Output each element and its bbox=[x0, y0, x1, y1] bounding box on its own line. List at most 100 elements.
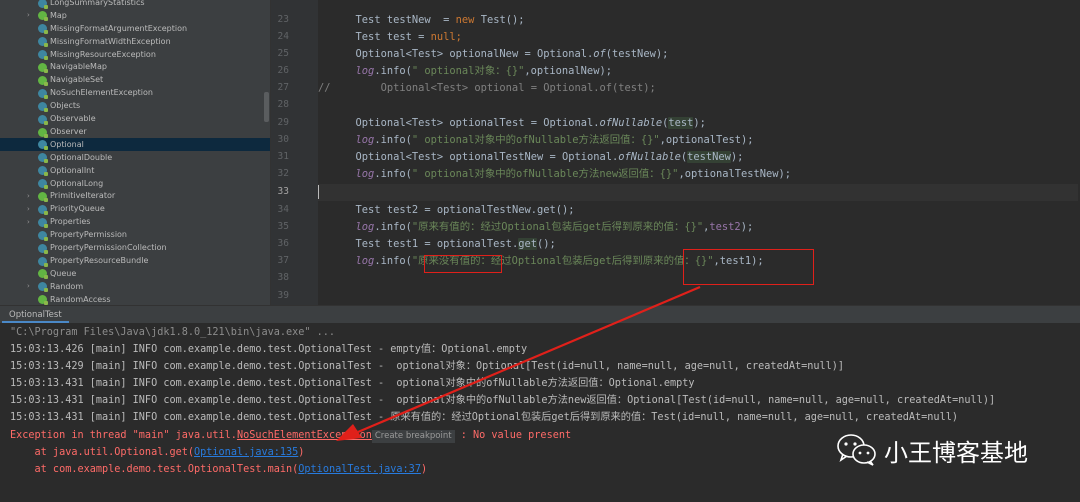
expand-arrow-icon[interactable]: › bbox=[27, 192, 35, 200]
tree-item[interactable]: NavigableMap bbox=[0, 61, 270, 74]
line-number: 39 bbox=[277, 290, 289, 301]
tree-item[interactable]: Observer bbox=[0, 125, 270, 138]
tree-item-label: NavigableSet bbox=[50, 75, 104, 85]
interface-icon bbox=[38, 75, 48, 86]
tree-item-label: PropertyResourceBundle bbox=[50, 255, 149, 265]
line-number: 33 bbox=[277, 186, 289, 197]
tree-item-label: Observable bbox=[50, 114, 96, 124]
line-number: 27 bbox=[277, 82, 289, 93]
tree-item[interactable]: OptionalInt bbox=[0, 164, 270, 177]
tree-item[interactable]: › Properties bbox=[0, 215, 270, 228]
line-number: 35 bbox=[277, 221, 289, 232]
line-number: 26 bbox=[277, 65, 289, 76]
tree-item-label: Queue bbox=[50, 268, 77, 278]
tree-item[interactable]: LongSummaryStatistics bbox=[0, 0, 270, 9]
console-log-line: 15:03:13.431 [main] INFO com.example.dem… bbox=[10, 395, 996, 406]
line-number-gutter: 23 24 25 26 27 28 29 30 31 32 33 34 35 36 37 38 39 bbox=[270, 0, 318, 305]
tree-item[interactable]: Objects bbox=[0, 99, 270, 112]
wechat-icon bbox=[837, 434, 876, 466]
stacktrace-link-optionaltest[interactable]: OptionalTest.java:37 bbox=[298, 464, 421, 475]
class-icon bbox=[38, 114, 48, 125]
run-console[interactable]: "C:\Program Files\Java\jdk1.8.0_121\bin\… bbox=[0, 323, 1080, 502]
tree-item-label: NavigableMap bbox=[50, 62, 107, 72]
class-icon bbox=[38, 256, 48, 267]
tree-item[interactable]: MissingResourceException bbox=[0, 48, 270, 61]
line-number: 31 bbox=[277, 151, 289, 162]
line-number: 24 bbox=[277, 31, 289, 42]
expand-arrow-icon[interactable]: › bbox=[27, 205, 35, 213]
project-tree: LongSummaryStatistics › Map MissingFormatAr… bbox=[0, 0, 270, 305]
tree-item-label: PropertyPermission bbox=[50, 230, 127, 240]
console-log-line: 15:03:13.429 [main] INFO com.example.dem… bbox=[10, 361, 845, 372]
class-icon bbox=[38, 230, 48, 241]
line-number: 37 bbox=[277, 255, 289, 266]
tree-item[interactable]: NavigableSet bbox=[0, 73, 270, 86]
line-number: 32 bbox=[277, 168, 289, 179]
tree-item[interactable]: Observable bbox=[0, 112, 270, 125]
line-number: 38 bbox=[277, 272, 289, 283]
stacktrace-link-optional[interactable]: Optional.java:135 bbox=[194, 447, 298, 458]
tree-item[interactable]: › PrimitiveIterator bbox=[0, 190, 270, 203]
line-number: 34 bbox=[277, 204, 289, 215]
text-caret bbox=[318, 185, 319, 199]
expand-arrow-icon[interactable]: › bbox=[27, 11, 35, 19]
code-line-33-caret bbox=[318, 184, 1078, 201]
interface-icon bbox=[38, 127, 48, 138]
exception-class-link[interactable]: NoSuchElementException bbox=[237, 430, 372, 441]
tree-item[interactable]: PropertyPermissionCollection bbox=[0, 241, 270, 254]
tree-item[interactable]: MissingFormatWidthException bbox=[0, 35, 270, 48]
watermark: 小王博客基地 bbox=[836, 430, 1028, 470]
code-line-23: Test testNew = new Test(); bbox=[355, 14, 525, 26]
console-stacktrace-line: at com.example.demo.test.OptionalTest.ma… bbox=[10, 464, 428, 475]
tree-item-label: MissingResourceException bbox=[50, 49, 156, 59]
expand-arrow-icon[interactable]: › bbox=[27, 218, 35, 226]
tree-item-label: MissingFormatArgumentException bbox=[50, 23, 188, 33]
code-line-35: Test test2 = optionalTestNew.get(); bbox=[355, 204, 575, 216]
tree-item[interactable]: › Random bbox=[0, 280, 270, 293]
tree-item[interactable]: PropertyPermission bbox=[0, 228, 270, 241]
tree-scrollbar[interactable] bbox=[264, 92, 269, 122]
tree-item-label: Optional bbox=[50, 139, 84, 149]
line-number: 25 bbox=[277, 48, 289, 59]
tree-item-label: OptionalInt bbox=[50, 165, 95, 175]
watermark-text: 小王博客基地 bbox=[884, 438, 1028, 467]
create-breakpoint-hint[interactable]: Create breakpoint bbox=[371, 430, 455, 443]
tree-item[interactable]: MissingFormatArgumentException bbox=[0, 22, 270, 35]
tree-item[interactable]: OptionalDouble bbox=[0, 151, 270, 164]
code-line-25: Optional<Test> optionalNew = Optional.of… bbox=[355, 48, 669, 60]
line-number: 28 bbox=[277, 99, 289, 110]
run-tab-optionaltest[interactable]: OptionalTest bbox=[2, 307, 69, 323]
code-line-26: log.info(" optional对象：{}",optionalNew); bbox=[355, 65, 612, 77]
line-number: 36 bbox=[277, 238, 289, 249]
tree-item[interactable]: RandomAccess bbox=[0, 293, 270, 305]
class-icon bbox=[38, 0, 48, 9]
class-icon bbox=[38, 166, 48, 177]
class-icon bbox=[38, 88, 48, 99]
line-number: 29 bbox=[277, 117, 289, 128]
interface-icon bbox=[38, 11, 48, 22]
code-line-27: // Optional<Test> optional = Optional.of… bbox=[318, 82, 656, 94]
tree-item-label: LongSummaryStatistics bbox=[50, 0, 145, 7]
tree-item-label: Objects bbox=[50, 101, 81, 111]
class-icon bbox=[38, 140, 48, 151]
tree-item-label: PriorityQueue bbox=[50, 204, 105, 214]
tree-item[interactable]: PropertyResourceBundle bbox=[0, 254, 270, 267]
tree-item[interactable]: Optional bbox=[0, 137, 270, 151]
class-icon bbox=[38, 101, 48, 112]
tree-item[interactable]: OptionalLong bbox=[0, 177, 270, 190]
expand-arrow-icon[interactable]: › bbox=[27, 282, 35, 290]
interface-icon bbox=[38, 192, 48, 202]
tree-item[interactable]: › Map bbox=[0, 9, 270, 22]
console-log-line: 15:03:13.426 [main] INFO com.example.dem… bbox=[10, 344, 528, 355]
tree-item-label: Properties bbox=[50, 217, 91, 227]
tree-item[interactable]: › PriorityQueue bbox=[0, 202, 270, 215]
class-icon bbox=[38, 217, 48, 228]
annotation-box-result bbox=[683, 249, 814, 285]
tree-item-label: OptionalLong bbox=[50, 178, 104, 188]
code-line-30: log.info(" optional对象中的ofNullable方法返回值：{… bbox=[355, 134, 754, 146]
tree-item[interactable]: Queue bbox=[0, 267, 270, 280]
class-icon bbox=[38, 179, 48, 190]
tree-item[interactable]: NoSuchElementException bbox=[0, 86, 270, 99]
code-line-31: Optional<Test> optionalTestNew = Optiona… bbox=[355, 151, 744, 163]
class-icon bbox=[38, 24, 48, 35]
